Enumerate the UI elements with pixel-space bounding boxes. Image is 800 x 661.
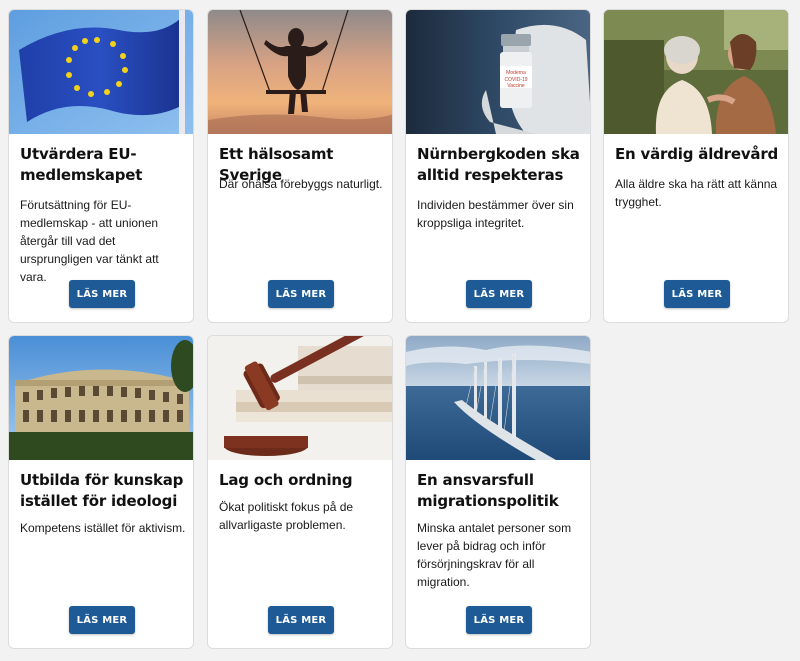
bridge-image [406,336,590,460]
elderly-care-image [604,10,788,134]
card-description: Där ohälsa förebyggs naturligt. [219,177,383,191]
card-title: En värdig äldrevård [615,145,779,163]
card-description: Ökat politiskt fokus på de allvarligaste… [219,500,354,532]
card-title: Lag och ordning [219,471,353,489]
policy-card-grid: Utvärdera EU-medlemskapet Förutsättning … [0,0,800,661]
card-description: Minska antalet personer som lever på bid… [417,521,572,589]
eu-flag-image [9,10,193,134]
vaccine-vial-image: Moderna COVID-19 Vaccine [406,10,590,134]
policy-card-health: Ett hälsosamt Sverige Där ohälsa förebyg… [207,9,393,323]
read-more-button[interactable]: LÄS MER [664,280,730,308]
card-description: Förutsättning för EU-medlemskap - att un… [20,198,159,284]
card-title: Nürnbergkoden ska alltid respekteras [417,145,580,184]
read-more-button[interactable]: LÄS MER [268,606,334,634]
swing-sunset-image [208,10,392,134]
policy-card-law-order: Lag och ordning Ökat politiskt fokus på … [207,335,393,649]
policy-card-nuremberg: Moderna COVID-19 Vaccine Nürnbergkoden s… [405,9,591,323]
read-more-button[interactable]: LÄS MER [466,280,532,308]
gavel-image [208,336,392,460]
policy-card-education: Utbilda för kunskap istället för ideolog… [8,335,194,649]
card-title: Utbilda för kunskap istället för ideolog… [20,471,184,510]
read-more-button[interactable]: LÄS MER [466,606,532,634]
card-title: Utvärdera EU-medlemskapet [20,145,143,184]
read-more-button[interactable]: LÄS MER [268,280,334,308]
svg-text:Vaccine: Vaccine [507,83,525,89]
university-building-image [9,336,193,460]
card-title: En ansvarsfull migrationspolitik [417,471,559,510]
card-description: Individen bestämmer över sin kroppsliga … [417,198,574,230]
read-more-button[interactable]: LÄS MER [69,606,135,634]
policy-card-migration: En ansvarsfull migrationspolitik Minska … [405,335,591,649]
card-description: Alla äldre ska ha rätt att känna trygghe… [615,177,778,209]
card-description: Kompetens istället för aktivism. [20,521,186,535]
read-more-button[interactable]: LÄS MER [69,280,135,308]
policy-card-elderly-care: En värdig äldrevård Alla äldre ska ha rä… [603,9,789,323]
svg-text:Moderna: Moderna [506,70,526,76]
policy-card-eu: Utvärdera EU-medlemskapet Förutsättning … [8,9,194,323]
